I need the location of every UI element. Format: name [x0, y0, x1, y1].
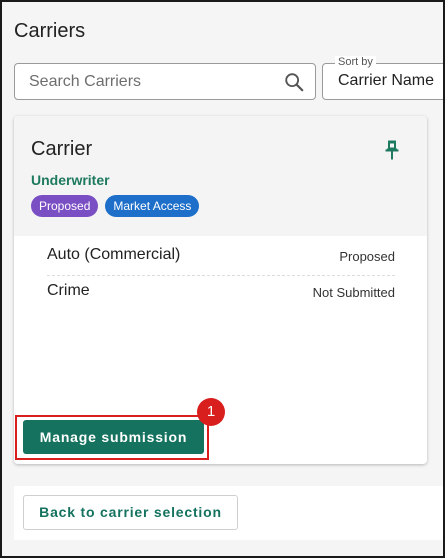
status-badge-proposed: Proposed: [31, 195, 99, 217]
carrier-role: Underwriter: [31, 172, 110, 188]
coverage-status: Proposed: [339, 249, 395, 264]
carrier-card-header: Carrier Underwriter Proposed Market Acce…: [14, 116, 427, 236]
coverage-status: Not Submitted: [312, 285, 395, 300]
search-icon[interactable]: [283, 71, 305, 93]
search-input[interactable]: [29, 64, 279, 99]
step-badge: 1: [197, 398, 225, 426]
list-item: Crime Not Submitted: [47, 276, 395, 312]
coverage-lines: Auto (Commercial) Proposed Crime Not Sub…: [47, 240, 395, 312]
status-badge-market-access: Market Access: [105, 195, 200, 217]
manage-submission-button[interactable]: Manage submission: [23, 420, 204, 454]
pin-icon[interactable]: [383, 139, 401, 161]
back-to-carrier-selection-button[interactable]: Back to carrier selection: [23, 495, 238, 530]
page-title: Carriers: [14, 20, 86, 42]
carrier-name: Carrier: [31, 138, 93, 160]
status-chips: Proposed Market Access: [31, 195, 200, 217]
coverage-name: Crime: [47, 282, 90, 299]
sort-label: Sort by: [335, 56, 376, 68]
search-field[interactable]: [14, 63, 316, 100]
coverage-name: Auto (Commercial): [47, 246, 181, 263]
list-item: Auto (Commercial) Proposed: [47, 240, 395, 276]
app-frame: Carriers Sort by Carrier Name Carrier Un…: [0, 0, 445, 558]
sort-select[interactable]: Sort by Carrier Name: [322, 56, 443, 100]
sort-value: Carrier Name: [338, 72, 435, 89]
